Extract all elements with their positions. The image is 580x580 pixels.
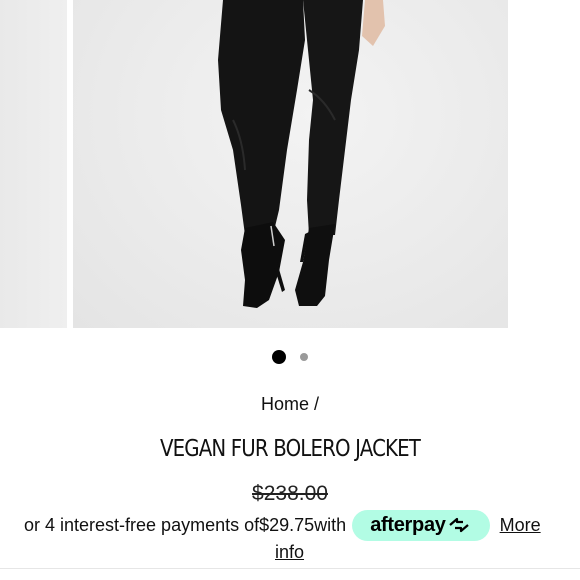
- divider: [0, 568, 580, 569]
- afterpay-arrows-icon: [448, 517, 469, 533]
- gallery-main-image[interactable]: [73, 0, 508, 328]
- afterpay-info-link[interactable]: info: [275, 542, 304, 563]
- breadcrumb: Home /: [0, 394, 580, 415]
- afterpay-text-after: with: [314, 514, 347, 535]
- gallery-pagination: [0, 349, 580, 365]
- product-title: VEGAN FUR BOLERO JACKET: [159, 436, 421, 462]
- gallery-previous-slide[interactable]: [0, 0, 67, 328]
- afterpay-more-info-link[interactable]: More: [500, 515, 541, 536]
- gallery-dot-1[interactable]: [272, 350, 286, 364]
- product-price: $238.00: [252, 482, 328, 505]
- afterpay-text-before: or 4 interest-free payments of: [24, 514, 260, 535]
- product-gallery: [0, 0, 580, 330]
- breadcrumb-home-link[interactable]: Home: [261, 394, 309, 414]
- gallery-dot-2[interactable]: [300, 353, 308, 361]
- afterpay-installment: $29.75: [259, 514, 315, 535]
- breadcrumb-separator: /: [309, 394, 320, 414]
- afterpay-badge[interactable]: afterpay: [352, 509, 490, 541]
- afterpay-logo-text: afterpay: [370, 513, 446, 536]
- model-legs-illustration: [218, 0, 385, 308]
- afterpay-message: or 4 interest-free payments of $29.75 wi…: [24, 509, 564, 541]
